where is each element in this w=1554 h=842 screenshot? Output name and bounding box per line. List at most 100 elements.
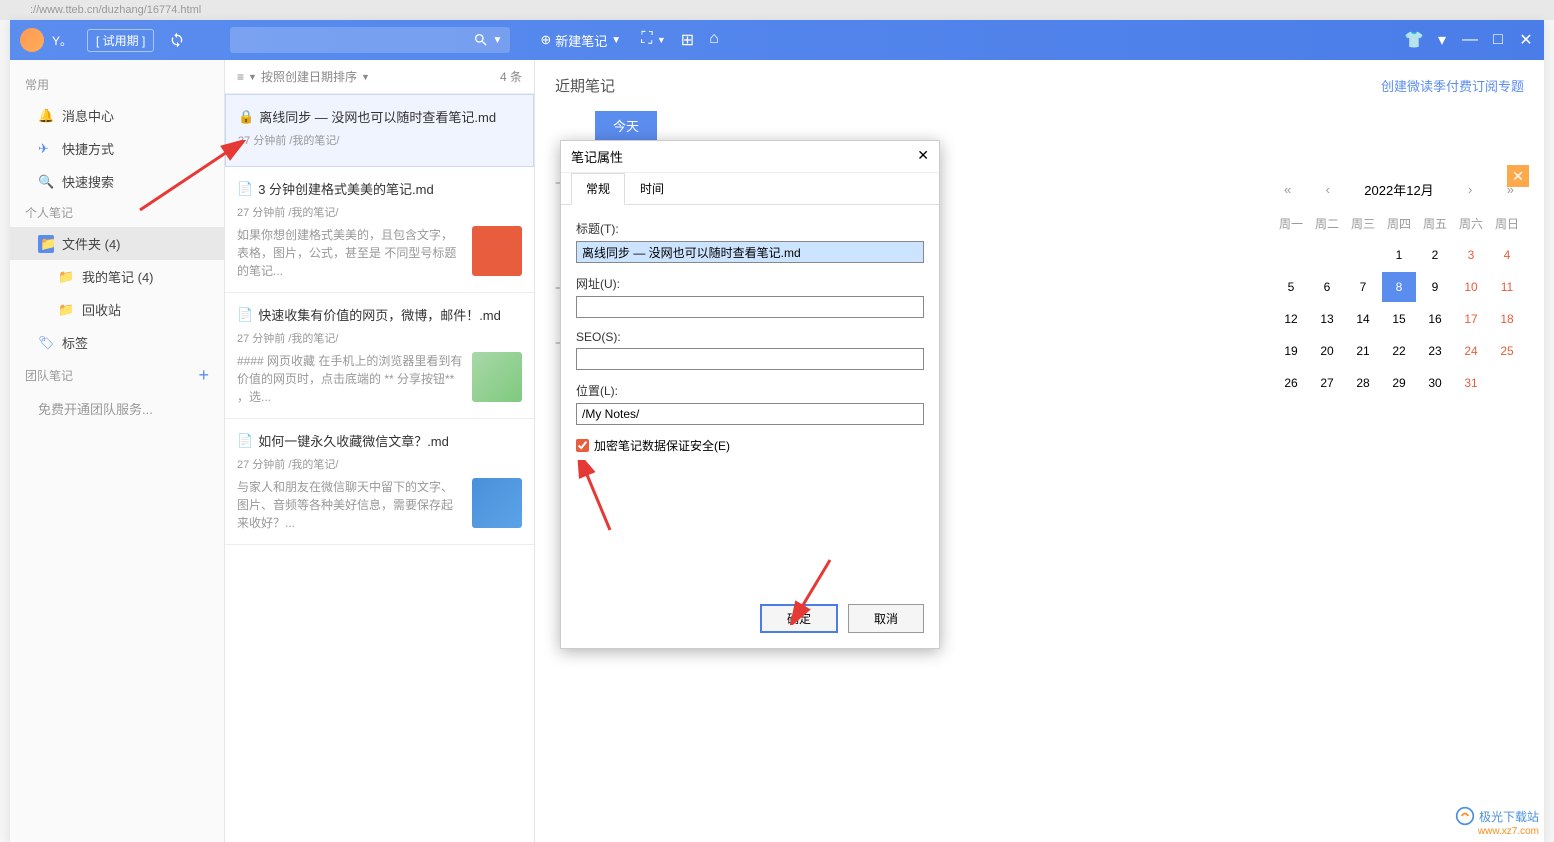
cal-day[interactable]: 26 — [1274, 368, 1308, 398]
cal-day[interactable]: 2 — [1418, 240, 1452, 270]
cal-prev-year[interactable]: « — [1284, 182, 1291, 197]
calendar-title: 2022年12月 — [1364, 180, 1433, 199]
dialog-close-button[interactable]: ✕ — [917, 147, 929, 166]
note-count: 4 条 — [500, 68, 522, 85]
search-icon[interactable]: ▼ — [473, 32, 502, 48]
sidebar-item-mynotes[interactable]: 📁我的笔记 (4) — [10, 260, 224, 293]
cal-day — [1274, 240, 1308, 270]
subscribe-link[interactable]: 创建微读季付费订阅专题 — [1381, 76, 1524, 95]
shirt-icon[interactable]: 👕 — [1406, 32, 1422, 48]
note-preview-text: 与家人和朋友在微信聊天中留下的文字、图片、音频等各种美好信息，需要保存起来收好？… — [237, 478, 464, 532]
sidebar-item-quicksearch[interactable]: 🔍快速搜索 — [10, 165, 224, 198]
search-icon: 🔍 — [38, 174, 54, 190]
cal-day[interactable]: 21 — [1346, 336, 1380, 366]
maximize-button[interactable]: □ — [1490, 32, 1506, 48]
input-seo[interactable] — [576, 348, 924, 370]
list-icon: ≡ — [237, 70, 244, 84]
grid-icon[interactable]: ⊞ — [681, 30, 694, 50]
cal-prev-month[interactable]: ‹ — [1326, 182, 1330, 197]
calendar-close-button[interactable]: ✕ — [1507, 165, 1529, 187]
input-title[interactable] — [576, 241, 924, 263]
trial-badge: [ 试用期 ] — [87, 29, 154, 52]
note-preview-text: #### 网页收藏 在手机上的浏览器里看到有价值的网页时，点击底端的 ** 分享… — [237, 352, 464, 406]
cal-day[interactable]: 30 — [1418, 368, 1452, 398]
label-url: 网址(U): — [576, 275, 924, 292]
cal-day[interactable]: 15 — [1382, 304, 1416, 334]
label-seo: SEO(S): — [576, 330, 924, 344]
sidebar-item-shortcut[interactable]: ✈快捷方式 — [10, 132, 224, 165]
expand-icon[interactable]: ⛶ ▼ — [641, 30, 666, 50]
cal-day[interactable]: 7 — [1346, 272, 1380, 302]
tab-time[interactable]: 时间 — [625, 173, 679, 204]
note-item[interactable]: 📄快速收集有价值的网页，微博，邮件！.md 27 分钟前 /我的笔记/ ####… — [225, 293, 534, 419]
cal-day[interactable]: 3 — [1454, 240, 1488, 270]
bell-icon: 🔔 — [38, 108, 54, 124]
cal-day[interactable]: 8 — [1382, 272, 1416, 302]
note-item[interactable]: 🔒离线同步 — 没网也可以随时查看笔记.md 27 分钟前 /我的笔记/ — [225, 94, 534, 167]
note-item[interactable]: 📄3 分钟创建格式美美的笔记.md 27 分钟前 /我的笔记/ 如果你想创建格式… — [225, 167, 534, 293]
cal-day — [1310, 240, 1344, 270]
cal-day[interactable]: 31 — [1454, 368, 1488, 398]
home-icon[interactable]: ⌂ — [709, 30, 719, 50]
sidebar-item-teamfree[interactable]: 免费开通团队服务... — [10, 392, 224, 425]
close-button[interactable]: ✕ — [1518, 32, 1534, 48]
cal-day[interactable]: 14 — [1346, 304, 1380, 334]
cal-next-month[interactable]: › — [1468, 182, 1472, 197]
cal-day[interactable]: 4 — [1490, 240, 1524, 270]
cal-day[interactable]: 16 — [1418, 304, 1452, 334]
cal-day[interactable]: 13 — [1310, 304, 1344, 334]
cal-day[interactable]: 29 — [1382, 368, 1416, 398]
note-title-text: 离线同步 — 没网也可以随时查看笔记.md — [259, 107, 496, 126]
note-preview-text: 如果你想创建格式美美的，且包含文字，表格，图片，公式，甚至是 不同型号标题的笔记… — [237, 226, 464, 280]
cal-day[interactable]: 25 — [1490, 336, 1524, 366]
cal-day[interactable]: 20 — [1310, 336, 1344, 366]
cal-day[interactable]: 1 — [1382, 240, 1416, 270]
checkbox-encrypt[interactable] — [576, 439, 589, 452]
input-location[interactable] — [576, 403, 924, 425]
cal-day[interactable]: 11 — [1490, 272, 1524, 302]
sidebar-item-folders[interactable]: 📁文件夹 (4) — [10, 227, 224, 260]
sidebar-item-recycle[interactable]: 📁回收站 — [10, 293, 224, 326]
cal-day-header: 周五 — [1418, 209, 1452, 238]
cal-day[interactable]: 23 — [1418, 336, 1452, 366]
cal-day[interactable]: 6 — [1310, 272, 1344, 302]
calendar-widget: ✕ « ‹ 2022年12月 › » 周一周二周三周四周五周六周日1234567… — [1274, 170, 1524, 398]
tag-icon: 🏷 — [38, 335, 54, 351]
cal-day[interactable]: 18 — [1490, 304, 1524, 334]
sidebar: 常用 🔔消息中心 ✈快捷方式 🔍快速搜索 个人笔记 📁文件夹 (4) 📁我的笔记… — [10, 60, 225, 842]
sidebar-personal-header: 个人笔记 — [10, 198, 224, 227]
input-url[interactable] — [576, 296, 924, 318]
sync-icon[interactable] — [169, 32, 185, 48]
cal-day[interactable]: 19 — [1274, 336, 1308, 366]
cal-day[interactable]: 28 — [1346, 368, 1380, 398]
content-title: 近期笔记 — [555, 75, 615, 96]
folder-icon: 📁 — [58, 269, 74, 285]
cal-day[interactable]: 17 — [1454, 304, 1488, 334]
sidebar-item-messages[interactable]: 🔔消息中心 — [10, 99, 224, 132]
note-icon: 📄 — [237, 307, 253, 323]
cal-day[interactable]: 5 — [1274, 272, 1308, 302]
note-item[interactable]: 📄如何一键永久收藏微信文章？.md 27 分钟前 /我的笔记/ 与家人和朋友在微… — [225, 419, 534, 545]
sidebar-item-tags[interactable]: 🏷标签 — [10, 326, 224, 359]
tab-general[interactable]: 常规 — [571, 173, 625, 205]
cal-day-header: 周四 — [1382, 209, 1416, 238]
cal-day[interactable]: 27 — [1310, 368, 1344, 398]
note-meta: 27 分钟前 /我的笔记/ — [237, 456, 522, 472]
cal-day[interactable]: 10 — [1454, 272, 1488, 302]
sort-menu[interactable]: ≡▼ 按照创建日期排序 ▼ — [237, 68, 370, 85]
cal-day[interactable]: 22 — [1382, 336, 1416, 366]
new-note-button[interactable]: ⊕ 新建笔记 ▼ — [540, 31, 621, 50]
cal-day[interactable]: 24 — [1454, 336, 1488, 366]
user-avatar[interactable] — [20, 28, 44, 52]
ok-button[interactable]: 确定 — [760, 604, 838, 633]
team-add-button[interactable]: + — [198, 365, 209, 386]
minimize-button[interactable]: — — [1462, 32, 1478, 48]
search-box[interactable]: ▼ — [230, 27, 510, 53]
cal-day[interactable]: 9 — [1418, 272, 1452, 302]
list-header: ≡▼ 按照创建日期排序 ▼ 4 条 — [225, 60, 534, 94]
note-title-text: 快速收集有价值的网页，微博，邮件！.md — [258, 305, 501, 324]
note-icon: 🔒 — [238, 109, 254, 125]
cancel-button[interactable]: 取消 — [848, 604, 924, 633]
dropdown-icon[interactable]: ▾ — [1434, 32, 1450, 48]
cal-day[interactable]: 12 — [1274, 304, 1308, 334]
